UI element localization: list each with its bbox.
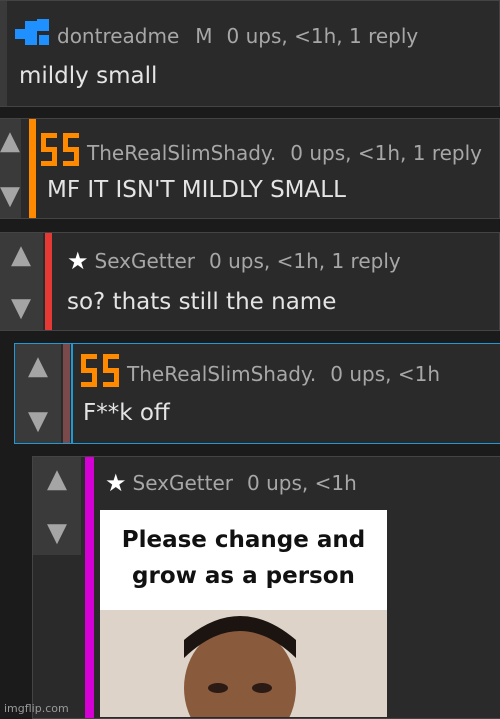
- comment-4-meta[interactable]: 0 ups, <1h: [330, 362, 440, 386]
- person-photo: [100, 610, 387, 717]
- downvote-button[interactable]: ▼: [15, 398, 61, 443]
- comment-5-username[interactable]: SexGetter: [133, 471, 234, 495]
- comment-5-vote-column: ▲ ▼: [33, 457, 81, 555]
- comment-1-badge: M: [195, 23, 213, 48]
- comment-2-meta[interactable]: 0 ups, <1h, 1 reply: [290, 141, 482, 165]
- comment-5-meta[interactable]: 0 ups, <1h: [247, 471, 357, 495]
- comment-4-vote-column: ▲ ▼: [15, 344, 61, 443]
- upvote-button[interactable]: ▲: [33, 457, 81, 501]
- downvote-button[interactable]: ▼: [0, 173, 21, 218]
- meme-image[interactable]: Please change and grow as a person: [100, 510, 387, 717]
- arrow-down-icon: ▼: [47, 517, 67, 548]
- comment-3-text: so? thats still the name: [67, 289, 337, 315]
- upvote-button[interactable]: ▲: [15, 344, 61, 389]
- comment-2-vote-column: ▲ ▼: [0, 119, 21, 218]
- arrow-up-icon: ▲: [0, 126, 20, 157]
- puzzle-logo-icon: [15, 19, 51, 52]
- comment-3: ▲ ▼ ★ SexGetter 0 ups, <1h, 1 reply so? …: [0, 232, 500, 331]
- arrow-down-icon: ▼: [0, 180, 20, 211]
- comment-1-username[interactable]: dontreadme: [57, 24, 179, 48]
- comment-3-vote-column: ▲ ▼: [0, 233, 43, 330]
- arrow-down-icon: ▼: [28, 405, 48, 436]
- orange-logo-icon: [41, 133, 81, 172]
- comment-1-meta[interactable]: 0 ups, <1h, 1 reply: [227, 24, 419, 48]
- comment-2-thread-bar: [29, 119, 36, 218]
- arrow-up-icon: ▲: [47, 464, 67, 495]
- comment-2-username[interactable]: TheRealSlimShady.: [87, 141, 276, 165]
- star-icon: ★: [105, 469, 127, 497]
- person-illustration: [100, 610, 387, 717]
- comment-3-username[interactable]: SexGetter: [95, 249, 196, 273]
- comment-4-accent-line: [71, 344, 73, 443]
- comment-3-thread-bar: [45, 233, 52, 330]
- comment-4: ▲ ▼ TheRealSlimShady. 0 ups, <1h F**k of: [14, 343, 500, 444]
- comment-4-header: TheRealSlimShady. 0 ups, <1h: [81, 354, 440, 393]
- comment-1: dontreadme M 0 ups, <1h, 1 reply mildly …: [0, 0, 500, 107]
- comment-4-thread-bar: [63, 344, 70, 443]
- comment-2: ▲ ▼ TheRealSlimShady. 0 ups, <1h, 1 repl…: [0, 118, 500, 219]
- arrow-up-icon: ▲: [28, 351, 48, 382]
- comment-1-header: dontreadme M 0 ups, <1h, 1 reply: [15, 19, 418, 52]
- comment-3-meta[interactable]: 0 ups, <1h, 1 reply: [209, 249, 401, 273]
- arrow-up-icon: ▲: [11, 239, 31, 270]
- comment-3-header: ★ SexGetter 0 ups, <1h, 1 reply: [67, 247, 401, 275]
- meme-caption: Please change and grow as a person: [121, 527, 366, 589]
- comment-5-header: ★ SexGetter 0 ups, <1h: [105, 469, 357, 497]
- comment-5-thread-bar: [85, 457, 94, 718]
- comment-2-text: MF IT ISN'T MILDLY SMALL: [47, 177, 346, 203]
- comment-2-header: TheRealSlimShady. 0 ups, <1h, 1 reply: [41, 133, 482, 172]
- watermark: imgflip.com: [4, 702, 69, 715]
- downvote-button[interactable]: ▼: [0, 286, 43, 330]
- orange-logo-icon: [81, 354, 121, 393]
- upvote-button[interactable]: ▲: [0, 119, 21, 164]
- star-icon: ★: [67, 247, 89, 275]
- comment-4-text: F**k off: [83, 400, 170, 426]
- comment-4-username[interactable]: TheRealSlimShady.: [127, 362, 316, 386]
- comment-1-text: mildly small: [19, 63, 158, 89]
- arrow-down-icon: ▼: [11, 293, 31, 324]
- upvote-button[interactable]: ▲: [0, 233, 43, 277]
- downvote-button[interactable]: ▼: [33, 511, 81, 555]
- comment-1-left-strip: [0, 1, 7, 106]
